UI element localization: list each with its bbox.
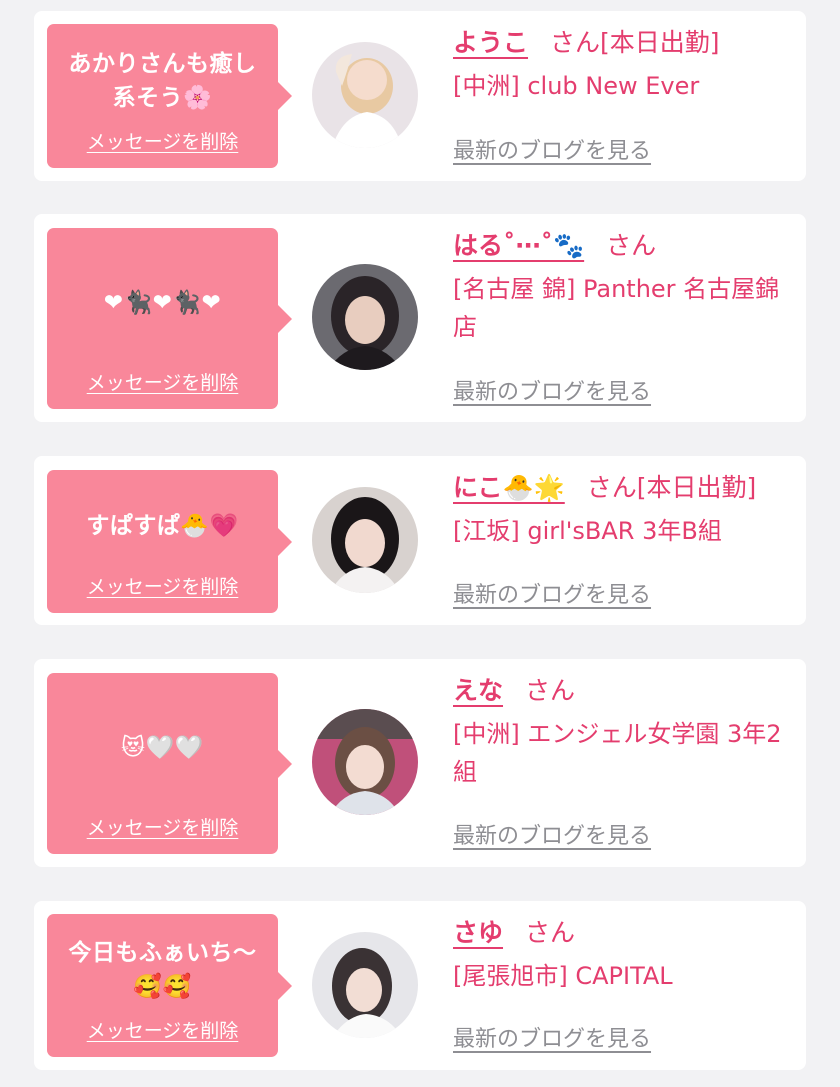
- delete-message-link[interactable]: メッセージを削除: [87, 813, 239, 840]
- working-today-badge: [本日出勤]: [636, 473, 757, 502]
- honorific: さん: [550, 28, 601, 57]
- name-row: ようこ さん [本日出勤]: [453, 25, 792, 61]
- message-bubble: 今日もふぁいち〜🥰🥰 メッセージを削除: [47, 914, 292, 1057]
- name-row: にこ🐣🌟 さん [本日出勤]: [453, 470, 792, 506]
- message-text: 😻🤍🤍: [121, 735, 204, 761]
- cast-name-link[interactable]: ようこ: [453, 25, 528, 61]
- message-text: 今日もふぁいち〜🥰🥰: [68, 940, 257, 1000]
- name-row: はる˚⋯˚🐾 さん: [453, 228, 792, 264]
- delete-message-link[interactable]: メッセージを削除: [87, 368, 239, 395]
- cast-info: はる˚⋯˚🐾 さん [名古屋 錦] Panther 名古屋錦店: [453, 228, 792, 346]
- message-text: ❤🐈‍⬛❤🐈‍⬛❤: [103, 290, 222, 316]
- avatar[interactable]: [312, 709, 418, 815]
- name-row: さゆ さん: [453, 915, 792, 951]
- honorific: さん: [606, 231, 657, 260]
- avatar[interactable]: [312, 487, 418, 593]
- cast-info: ようこ さん [本日出勤] [中洲] club New Ever: [453, 25, 792, 105]
- cast-info: さゆ さん [尾張旭市] CAPITAL: [453, 915, 792, 995]
- delete-message-link[interactable]: メッセージを削除: [87, 572, 239, 599]
- latest-blog-link[interactable]: 最新のブログを見る: [453, 577, 651, 609]
- cast-info: にこ🐣🌟 さん [本日出勤] [江坂] girl'sBAR 3年B組: [453, 470, 792, 550]
- cast-name-link[interactable]: さゆ: [453, 915, 503, 951]
- shop-name: [尾張旭市] CAPITAL: [453, 962, 673, 990]
- delete-message-link[interactable]: メッセージを削除: [87, 127, 239, 154]
- honorific: さん: [525, 676, 576, 705]
- message-bubble: あかりさんも癒し系そう🌸 メッセージを削除: [47, 24, 292, 168]
- working-today-badge: [本日出勤]: [600, 28, 720, 57]
- latest-blog-link[interactable]: 最新のブログを見る: [453, 374, 651, 406]
- message-bubble: 😻🤍🤍 メッセージを削除: [47, 673, 292, 854]
- message-bubble: すぱすぱ🐣💗 メッセージを削除: [47, 470, 292, 613]
- latest-blog-link[interactable]: 最新のブログを見る: [453, 818, 651, 850]
- message-card: すぱすぱ🐣💗 メッセージを削除 にこ🐣🌟 さん [本日出勤] [江坂] girl'…: [34, 456, 806, 625]
- latest-blog-link[interactable]: 最新のブログを見る: [453, 1021, 651, 1053]
- shop-name: [中洲] エンジェル女学園 3年2組: [453, 720, 782, 786]
- message-card: 今日もふぁいち〜🥰🥰 メッセージを削除 さゆ さん [尾張旭市] CAPITAL…: [34, 901, 806, 1070]
- shop-name: [中洲] club New Ever: [453, 72, 700, 100]
- message-card: あかりさんも癒し系そう🌸 メッセージを削除 ようこ さん [本日出勤] [中洲] …: [34, 11, 806, 181]
- latest-blog-link[interactable]: 最新のブログを見る: [453, 133, 651, 165]
- message-card: 😻🤍🤍 メッセージを削除 えな さん [中洲] エンジェル女学園 3年2組 最新…: [34, 659, 806, 867]
- cast-name-link[interactable]: えな: [453, 673, 503, 709]
- shop-name: [江坂] girl'sBAR 3年B組: [453, 517, 722, 545]
- avatar[interactable]: [312, 42, 418, 148]
- message-bubble: ❤🐈‍⬛❤🐈‍⬛❤ メッセージを削除: [47, 228, 292, 409]
- message-card: ❤🐈‍⬛❤🐈‍⬛❤ メッセージを削除 はる˚⋯˚🐾 さん [名古屋 錦] Pan…: [34, 214, 806, 422]
- delete-message-link[interactable]: メッセージを削除: [87, 1016, 239, 1043]
- cast-name-link[interactable]: にこ🐣🌟: [453, 470, 565, 506]
- message-text: すぱすぱ🐣💗: [86, 513, 239, 539]
- cast-name-link[interactable]: はる˚⋯˚🐾: [453, 228, 584, 264]
- avatar[interactable]: [312, 932, 418, 1038]
- name-row: えな さん: [453, 673, 792, 709]
- message-text: あかりさんも癒し系そう🌸: [68, 50, 257, 111]
- honorific: さん: [525, 918, 576, 947]
- honorific: さん: [586, 473, 637, 502]
- shop-name: [名古屋 錦] Panther 名古屋錦店: [453, 275, 780, 341]
- cast-info: えな さん [中洲] エンジェル女学園 3年2組: [453, 673, 792, 791]
- avatar[interactable]: [312, 264, 418, 370]
